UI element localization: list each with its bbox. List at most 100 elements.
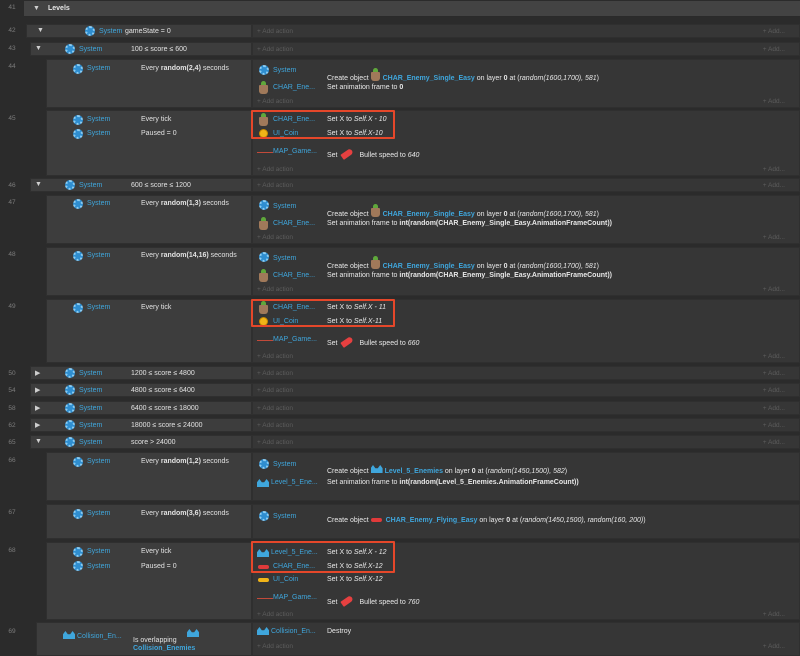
action-text[interactable]: Set Bullet speed to 640 [327,148,419,160]
action-text[interactable]: Set animation frame to 0 [327,84,403,91]
condition-text[interactable]: 4800 ≤ score ≤ 6400 [131,387,195,394]
condition-text[interactable]: Every tick [141,304,171,311]
expand-arrow-icon[interactable]: ▶ [35,369,40,377]
add-action-link[interactable]: + Add action [257,98,293,105]
add-link[interactable]: + Add... [763,353,785,360]
event-condition-row[interactable]: ▼ System gameState = 0 [26,24,252,38]
add-action-link[interactable]: + Add action [257,353,293,360]
add-link[interactable]: + Add... [763,234,785,241]
add-link[interactable]: + Add... [763,611,785,618]
action-area[interactable]: + Add action + Add... [252,435,800,449]
condition-text[interactable]: gameState = 0 [125,28,171,35]
action-area[interactable]: + Add action + Add... [252,366,800,380]
add-link[interactable]: + Add... [763,182,785,189]
expand-arrow-icon[interactable]: ▶ [35,386,40,394]
condition-text[interactable]: Every random(1,3) seconds [141,200,229,207]
action-text[interactable]: Create object Level_5_Enemies on layer 0… [327,465,567,475]
event-condition-block[interactable]: System Every random(14,16) seconds [46,247,252,296]
add-action-link[interactable]: + Add action [257,611,293,618]
collapse-arrow-icon[interactable]: ▼ [33,5,40,12]
condition-text[interactable]: 18000 ≤ score ≤ 24000 [131,422,203,429]
collapse-arrow-icon[interactable]: ▼ [35,438,42,445]
action-area[interactable]: System Create object CHAR_Enemy_Flying_E… [252,504,800,539]
condition-text[interactable]: Every tick [141,548,171,555]
action-area[interactable]: System Create object Level_5_Enemies on … [252,452,800,501]
action-text[interactable]: Set X to Self.X-12 [327,576,383,583]
add-action-link[interactable]: + Add action [257,370,293,377]
add-action-link[interactable]: + Add action [257,405,293,412]
action-area[interactable]: Collision_En... Destroy + Add action + A… [252,622,800,656]
add-link[interactable]: + Add... [763,46,785,53]
action-text[interactable]: Create object CHAR_Enemy_Single_Easy on … [327,256,599,270]
event-condition-row[interactable]: ▼ System 100 ≤ score ≤ 600 [30,42,252,56]
add-link[interactable]: + Add... [763,370,785,377]
action-text[interactable]: Create object CHAR_Enemy_Single_Easy on … [327,204,599,218]
condition-text[interactable]: Every tick [141,116,171,123]
event-condition-row[interactable]: ▶ System 4800 ≤ score ≤ 6400 [30,383,252,397]
condition-text[interactable]: Every random(1,2) seconds [141,458,229,465]
condition-text[interactable]: Every random(14,16) seconds [141,252,237,259]
add-link[interactable]: + Add... [763,98,785,105]
action-text[interactable]: Set animation frame to int(random(Level_… [327,479,579,486]
action-area[interactable]: + Add action + Add... [252,24,800,38]
action-text[interactable]: Set animation frame to int(random(CHAR_E… [327,220,612,227]
event-condition-row[interactable]: ▶ System 6400 ≤ score ≤ 18000 [30,401,252,415]
collapse-arrow-icon[interactable]: ▼ [35,181,42,188]
event-condition-block[interactable]: Collision_En... Is overlapping Collision… [36,622,252,656]
collapse-arrow-icon[interactable]: ▼ [37,27,44,34]
add-link[interactable]: + Add... [763,28,785,35]
condition-text[interactable]: Every random(2,4) seconds [141,65,229,72]
event-condition-block[interactable]: System Every tick System Paused = 0 [46,110,252,176]
add-link[interactable]: + Add... [763,166,785,173]
condition-text[interactable]: 100 ≤ score ≤ 600 [131,46,187,53]
add-action-link[interactable]: + Add action [257,182,293,189]
action-area[interactable]: System Create object CHAR_Enemy_Single_E… [252,247,800,296]
add-link[interactable]: + Add... [763,405,785,412]
condition-text[interactable]: Every random(3,6) seconds [141,510,229,517]
action-text[interactable]: Set Bullet speed to 660 [327,336,419,348]
add-action-link[interactable]: + Add action [257,234,293,241]
event-condition-block[interactable]: System Every random(1,3) seconds [46,195,252,244]
add-link[interactable]: + Add... [763,643,785,650]
event-condition-block[interactable]: System Every tick [46,299,252,363]
event-condition-row[interactable]: ▼ System 600 ≤ score ≤ 1200 [30,178,252,192]
action-area[interactable]: + Add action + Add... [252,178,800,192]
action-text[interactable]: Create object CHAR_Enemy_Single_Easy on … [327,68,599,82]
add-link[interactable]: + Add... [763,387,785,394]
condition-text[interactable]: Paused = 0 [141,563,177,570]
collapse-arrow-icon[interactable]: ▼ [35,45,42,52]
add-action-link[interactable]: + Add action [257,286,293,293]
action-area[interactable]: + Add action + Add... [252,418,800,432]
condition-text[interactable]: 6400 ≤ score ≤ 18000 [131,405,199,412]
group-header[interactable]: ▼ Levels [24,1,800,17]
action-area[interactable]: + Add action + Add... [252,383,800,397]
action-text[interactable]: Destroy [327,628,351,635]
add-action-link[interactable]: + Add action [257,439,293,446]
event-condition-block[interactable]: System Every random(3,6) seconds [46,504,252,539]
expand-arrow-icon[interactable]: ▶ [35,404,40,412]
add-link[interactable]: + Add... [763,439,785,446]
action-area[interactable]: System Create object CHAR_Enemy_Single_E… [252,59,800,108]
add-action-link[interactable]: + Add action [257,387,293,394]
action-area[interactable]: + Add action + Add... [252,401,800,415]
action-text[interactable]: Set animation frame to int(random(CHAR_E… [327,272,612,279]
add-link[interactable]: + Add... [763,286,785,293]
condition-text[interactable]: score > 24000 [131,439,176,446]
event-condition-block[interactable]: System Every random(2,4) seconds [46,59,252,108]
add-action-link[interactable]: + Add action [257,46,293,53]
add-link[interactable]: + Add... [763,422,785,429]
event-condition-row[interactable]: ▶ System 1200 ≤ score ≤ 4800 [30,366,252,380]
action-area[interactable]: System Create object CHAR_Enemy_Single_E… [252,195,800,244]
add-action-link[interactable]: + Add action [257,643,293,650]
event-condition-block[interactable]: System Every tick System Paused = 0 [46,542,252,620]
event-condition-row[interactable]: ▼ System score > 24000 [30,435,252,449]
action-text[interactable]: Create object CHAR_Enemy_Flying_Easy on … [327,517,646,524]
add-action-link[interactable]: + Add action [257,422,293,429]
condition-text[interactable]: Paused = 0 [141,130,177,137]
event-condition-row[interactable]: ▶ System 18000 ≤ score ≤ 24000 [30,418,252,432]
condition-text[interactable]: 600 ≤ score ≤ 1200 [131,182,191,189]
condition-text[interactable]: 1200 ≤ score ≤ 4800 [131,370,195,377]
action-area[interactable]: + Add action + Add... [252,42,800,56]
add-action-link[interactable]: + Add action [257,28,293,35]
expand-arrow-icon[interactable]: ▶ [35,421,40,429]
